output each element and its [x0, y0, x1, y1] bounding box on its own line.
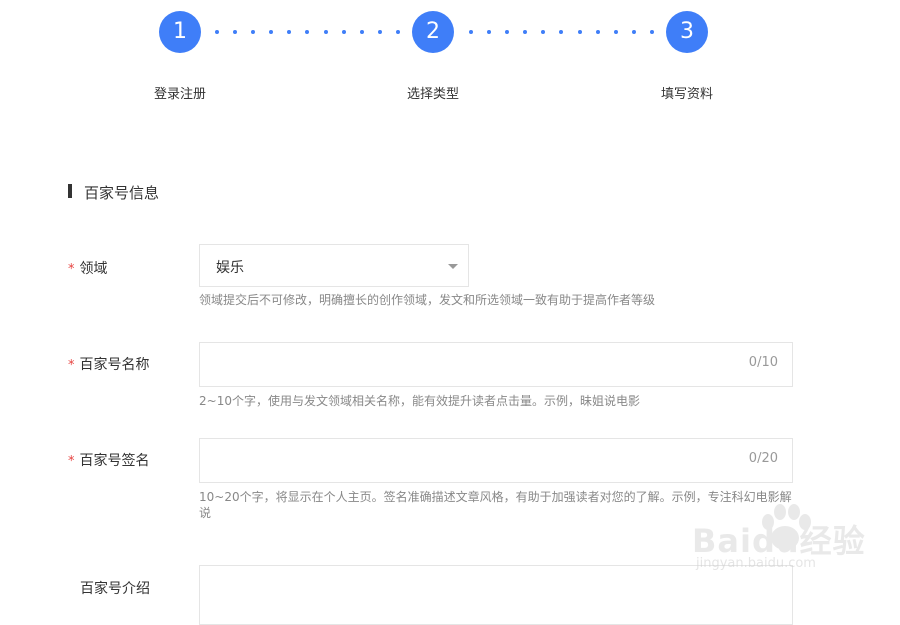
name-label-text: 百家号名称 [79, 357, 150, 373]
name-input[interactable] [200, 343, 674, 386]
step-2-circle: 2 [412, 11, 454, 53]
domain-select[interactable]: 娱乐 [199, 244, 469, 287]
step-3-label: 填写资料 [660, 87, 713, 102]
intro-textarea[interactable] [199, 565, 793, 625]
signature-field[interactable]: 0/20 [199, 438, 793, 483]
signature-char-counter: 0/20 [748, 451, 778, 466]
domain-label: * 领域 [68, 258, 108, 278]
domain-select-value: 娱乐 [216, 260, 244, 276]
required-asterisk: * [68, 358, 75, 373]
signature-label: * 百家号签名 [68, 450, 150, 470]
required-asterisk: * [68, 262, 75, 277]
step-1-circle: 1 [159, 11, 201, 53]
chevron-down-icon [448, 264, 458, 269]
section-title-bar [68, 184, 72, 198]
signature-label-text: 百家号签名 [79, 453, 150, 469]
name-char-counter: 0/10 [748, 355, 778, 370]
signature-hint: 10~20个字，将显示在个人主页。签名准确描述文章风格，有助于加强读者对您的了解… [199, 490, 792, 520]
name-field[interactable]: 0/10 [199, 342, 793, 387]
step-connector-1 [215, 30, 400, 34]
domain-label-text: 领域 [79, 261, 108, 277]
step-1-label: 登录注册 [153, 87, 206, 102]
step-connector-2 [469, 30, 654, 34]
name-label: * 百家号名称 [68, 354, 150, 374]
name-hint: 2~10个字，使用与发文领域相关名称，能有效提升读者点击量。示例，昧姐说电影 [199, 394, 640, 408]
required-asterisk: * [68, 454, 75, 469]
watermark-text: Baidu经验 [692, 522, 866, 560]
step-3-circle: 3 [666, 11, 708, 53]
intro-label: 百家号介绍 [80, 581, 150, 597]
section-title: 百家号信息 [84, 184, 160, 202]
signature-input[interactable] [200, 439, 674, 482]
step-2-label: 选择类型 [406, 87, 459, 102]
domain-hint: 领域提交后不可修改，明确擅长的创作领域，发文和所选领域一致有助于提高作者等级 [199, 293, 656, 307]
